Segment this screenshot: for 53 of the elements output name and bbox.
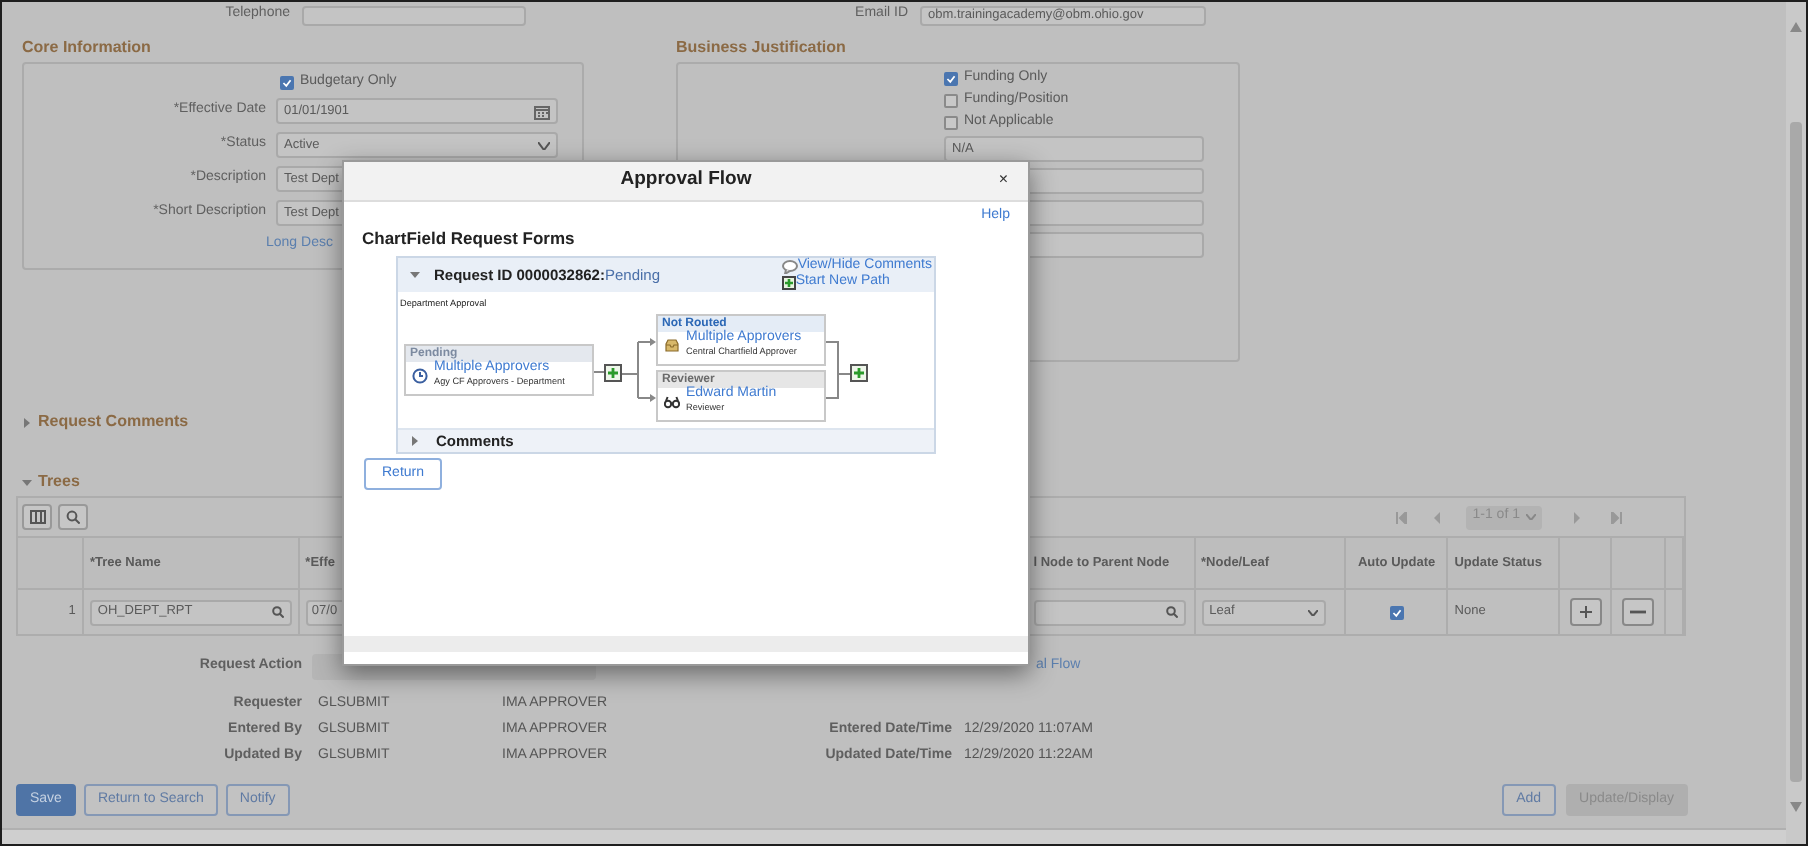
section-title: Core Information [22, 36, 153, 60]
next-page-icon[interactable] [1570, 511, 1582, 523]
plus-box-icon[interactable] [850, 364, 868, 382]
expand-triangle-icon[interactable] [22, 417, 32, 427]
plus-icon [1579, 606, 1592, 618]
section-title: Business Justification [676, 36, 848, 60]
checkbox[interactable] [1389, 605, 1404, 619]
close-button[interactable]: × [998, 172, 1008, 188]
branch-arrow-drawing [620, 338, 656, 402]
scroll-down-arrow-icon[interactable] [1790, 802, 1802, 812]
input-field[interactable] [302, 5, 526, 25]
checkbox[interactable] [280, 75, 294, 89]
glasses-icon [664, 393, 680, 409]
grid-icon [29, 510, 45, 524]
page-heading: ChartField Request Forms [360, 226, 577, 250]
search-icon [1165, 606, 1178, 618]
caret-icon [1526, 514, 1536, 520]
check-icon [282, 75, 292, 89]
checkbox[interactable] [944, 115, 958, 129]
horizontal-scrollbar[interactable] [344, 636, 1028, 652]
tray-icon [664, 337, 680, 353]
expand-triangle-icon[interactable] [410, 436, 420, 446]
delete-row-button[interactable] [1622, 598, 1655, 626]
collapse-triangle-icon[interactable] [22, 477, 32, 487]
search-button[interactable] [58, 504, 88, 530]
section-title[interactable]: Trees [38, 470, 80, 494]
scroll-up-arrow-icon[interactable] [1790, 22, 1802, 32]
check-icon [946, 71, 956, 85]
check-icon [1391, 605, 1402, 619]
search-icon [271, 606, 284, 618]
collapse-triangle-icon[interactable] [410, 270, 420, 280]
horizontal-scrollbar[interactable] [2, 828, 1786, 844]
section-title[interactable]: Request Comments [38, 410, 189, 434]
calendar-icon[interactable] [534, 103, 550, 119]
clock-icon [412, 367, 428, 383]
first-page-icon[interactable] [1396, 511, 1409, 523]
search-icon [66, 510, 80, 524]
dialog-title: Approval Flow [620, 166, 752, 195]
column-chooser-button[interactable] [22, 504, 52, 530]
checkbox[interactable] [944, 71, 958, 85]
vertical-scrollbar-thumb[interactable] [1790, 122, 1802, 782]
minus-icon [1630, 610, 1647, 614]
checkbox[interactable] [944, 93, 958, 107]
plus-box-icon[interactable] [781, 275, 796, 289]
last-page-icon[interactable] [1610, 511, 1622, 523]
caret-icon [538, 141, 550, 149]
caret-icon [1307, 609, 1318, 615]
previous-page-icon[interactable] [1432, 511, 1445, 523]
connector-line [594, 370, 604, 374]
plus-box-icon[interactable] [604, 364, 622, 382]
add-row-button[interactable] [1569, 598, 1602, 626]
lookup-field[interactable] [1033, 599, 1186, 625]
merge-connector-drawing [826, 340, 850, 400]
